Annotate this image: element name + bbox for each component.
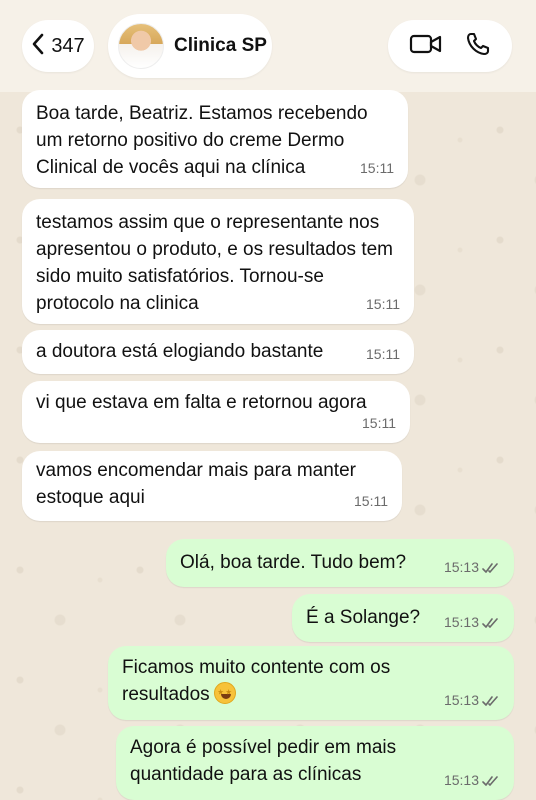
message-text: Agora é possível pedir em mais quantidad… — [130, 737, 397, 785]
video-camera-icon[interactable] — [409, 32, 443, 61]
message-text: vamos encomendar mais para manter estoqu… — [36, 460, 356, 508]
message-bubble-incoming[interactable]: vamos encomendar mais para manter estoqu… — [22, 451, 402, 521]
message-time: 15:11 — [360, 160, 394, 176]
double-check-icon — [482, 775, 498, 786]
call-actions — [388, 20, 512, 72]
message-time: 15:11 — [366, 346, 400, 362]
message-text: Ficamos muito contente com os resultados — [122, 657, 391, 705]
message-bubble-incoming[interactable]: Boa tarde, Beatriz. Estamos recebendo um… — [22, 90, 408, 188]
message-text: Boa tarde, Beatriz. Estamos recebendo um… — [36, 103, 368, 178]
chat-header: 347 Clinica SP — [0, 0, 536, 92]
message-bubble-incoming[interactable]: vi que estava em falta e retornou agora … — [22, 381, 410, 443]
message-text: vi que estava em falta e retornou agora — [36, 392, 367, 413]
contact-name: Clinica SP — [174, 35, 267, 56]
message-bubble-outgoing[interactable]: Ficamos muito contente com os resultados… — [108, 646, 514, 720]
back-button[interactable]: 347 — [22, 20, 94, 72]
avatar[interactable] — [118, 23, 164, 69]
message-bubble-outgoing[interactable]: É a Solange? 15:13 — [292, 594, 514, 642]
message-bubble-incoming[interactable]: a doutora está elogiando bastante 15:11 — [22, 330, 414, 374]
message-text: a doutora está elogiando bastante — [36, 341, 324, 362]
message-bubble-incoming[interactable]: testamos assim que o representante nos a… — [22, 199, 414, 324]
star-struck-emoji-icon — [213, 682, 236, 704]
chevron-left-icon — [31, 33, 45, 60]
message-time: 15:11 — [362, 415, 396, 431]
message-time: 15:13 — [444, 609, 500, 636]
message-time: 15:13 — [444, 767, 500, 794]
unread-count: 347 — [51, 34, 85, 57]
message-time: 15:11 — [366, 296, 400, 312]
message-text: Olá, boa tarde. Tudo bem? — [180, 552, 407, 573]
message-bubble-outgoing[interactable]: Olá, boa tarde. Tudo bem? 15:13 — [166, 539, 514, 587]
message-text: testamos assim que o representante nos a… — [36, 212, 394, 314]
double-check-icon — [482, 617, 498, 628]
message-time: 15:13 — [444, 554, 500, 581]
double-check-icon — [482, 695, 498, 706]
phone-icon[interactable] — [465, 31, 491, 62]
message-bubble-outgoing[interactable]: Agora é possível pedir em mais quantidad… — [116, 726, 514, 800]
message-time: 15:13 — [444, 687, 500, 714]
message-text: É a Solange? — [306, 607, 421, 628]
double-check-icon — [482, 562, 498, 573]
contact-info-button[interactable]: Clinica SP — [108, 14, 272, 78]
message-time: 15:11 — [354, 493, 388, 509]
